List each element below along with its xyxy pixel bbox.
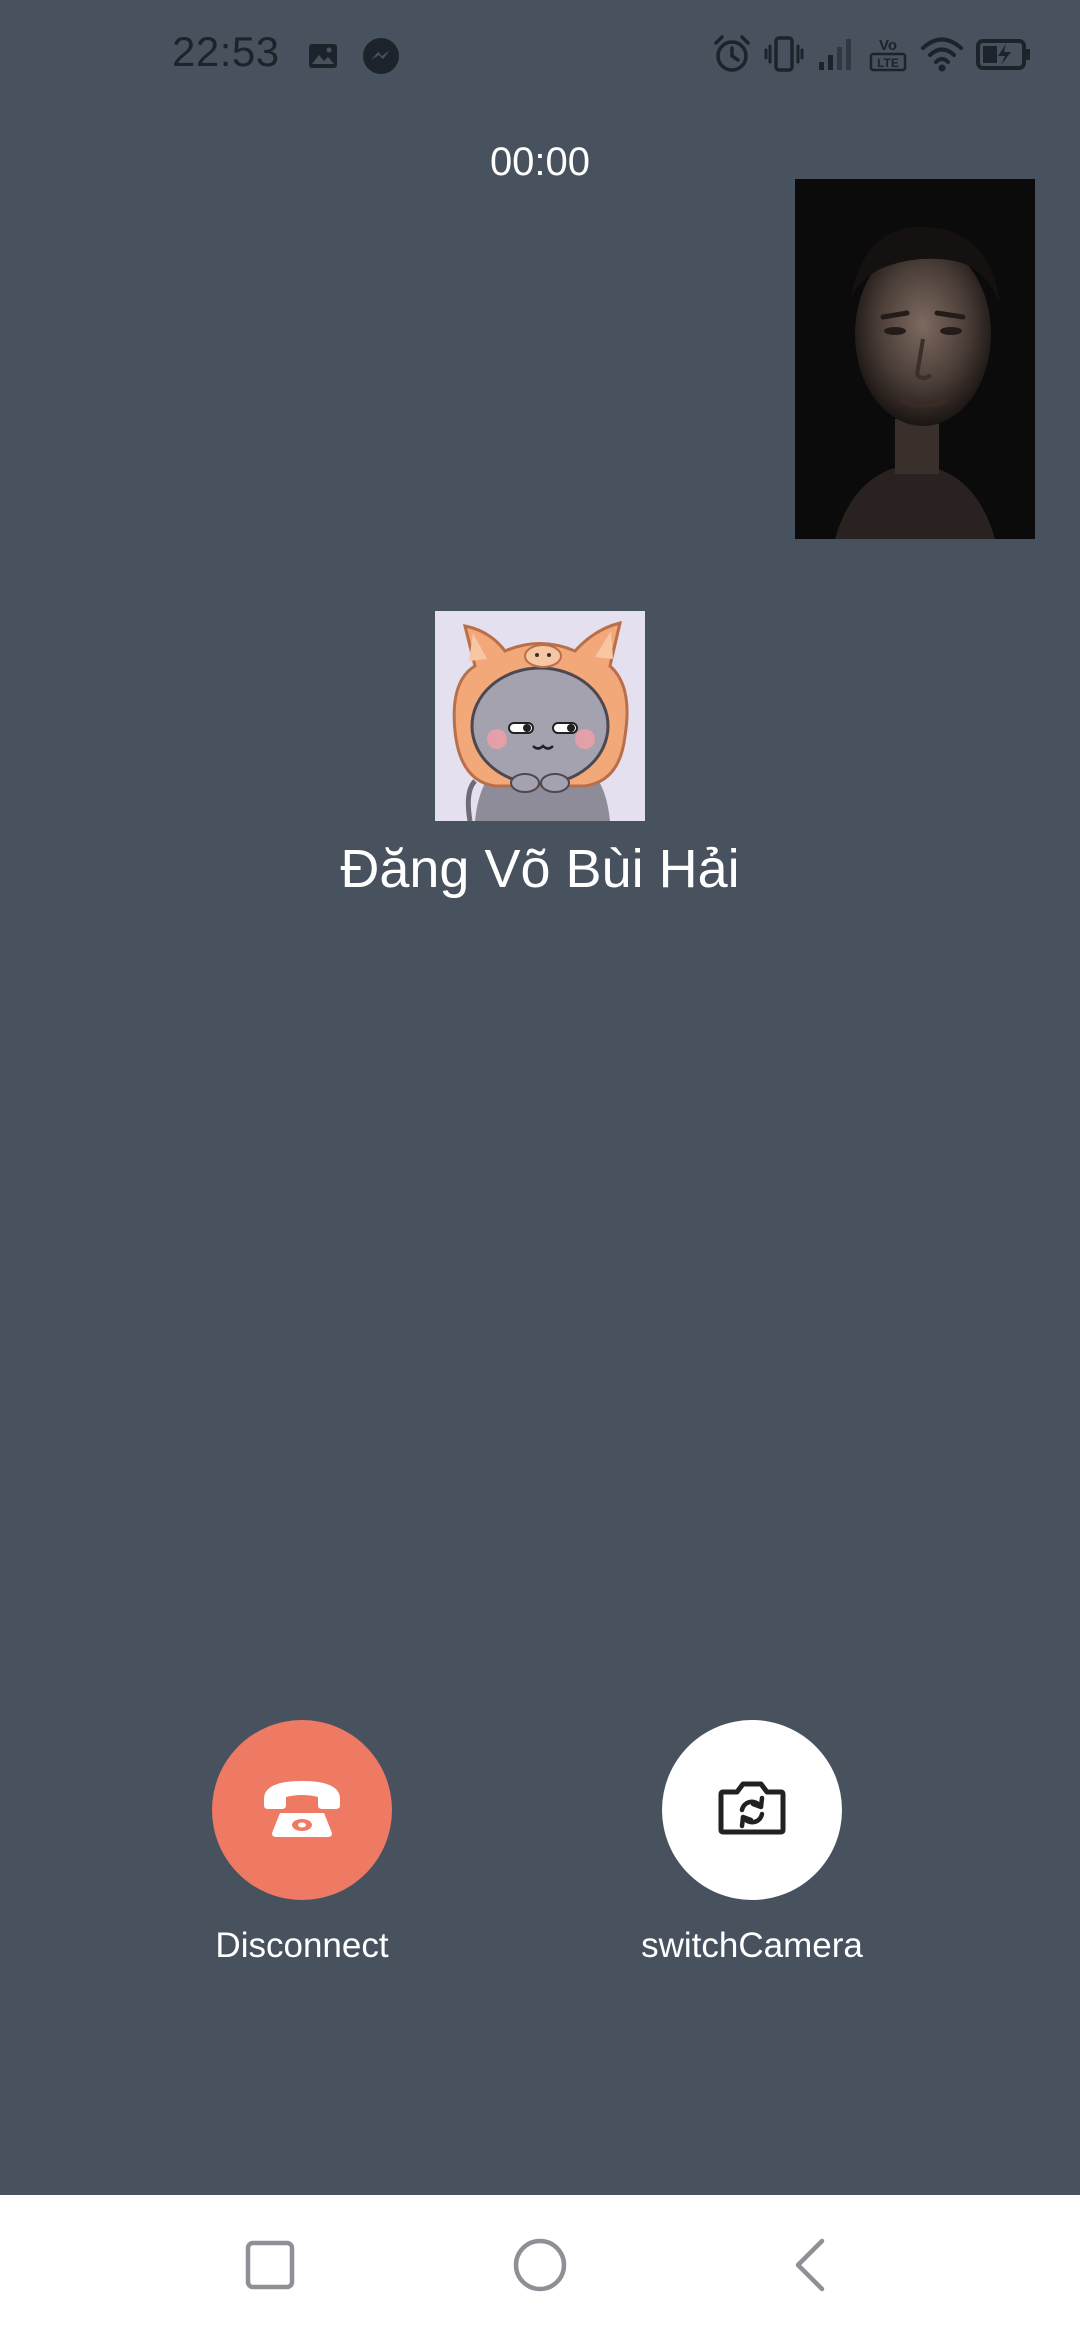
phone-hangup-icon — [258, 1773, 346, 1848]
camera-switch-icon — [717, 1778, 787, 1843]
status-right-icons: Vo LTE — [712, 34, 1032, 74]
back-button[interactable] — [778, 2235, 842, 2299]
disconnect-label: Disconnect — [215, 1926, 389, 1965]
volte-icon: Vo LTE — [868, 34, 908, 74]
switch-camera-label: switchCamera — [641, 1926, 863, 1965]
self-camera-preview[interactable] — [795, 179, 1035, 539]
disconnect-button[interactable] — [212, 1720, 392, 1900]
volte-top-text: Vo — [879, 37, 897, 54]
contact-name: Đăng Võ Bùi Hải — [340, 839, 740, 899]
status-bar: 22:53 Vo LTE — [0, 0, 1080, 112]
status-left-icons — [308, 37, 400, 75]
video-call-screen: 22:53 Vo LTE 00:00 Đăng Võ Bùi Hải Disco… — [0, 0, 1080, 2340]
home-icon — [512, 2237, 568, 2298]
navigation-bar — [0, 2195, 1080, 2340]
home-button[interactable] — [508, 2235, 572, 2299]
image-icon — [308, 41, 338, 71]
signal-icon — [816, 34, 856, 74]
wifi-icon — [920, 34, 964, 74]
contact-avatar — [435, 611, 645, 821]
switch-camera-action: switchCamera — [602, 1720, 902, 1966]
alarm-icon — [712, 34, 752, 74]
vibrate-icon — [764, 34, 804, 74]
battery-icon — [976, 34, 1032, 74]
back-icon — [790, 2237, 830, 2298]
recents-icon — [245, 2240, 295, 2295]
recents-button[interactable] — [238, 2235, 302, 2299]
cartoon-cat-avatar — [435, 611, 645, 821]
status-time: 22:53 — [172, 28, 280, 75]
messenger-icon — [362, 37, 400, 75]
volte-bottom-text: LTE — [877, 56, 899, 70]
switch-camera-button[interactable] — [662, 1720, 842, 1900]
disconnect-action: Disconnect — [152, 1720, 452, 1966]
